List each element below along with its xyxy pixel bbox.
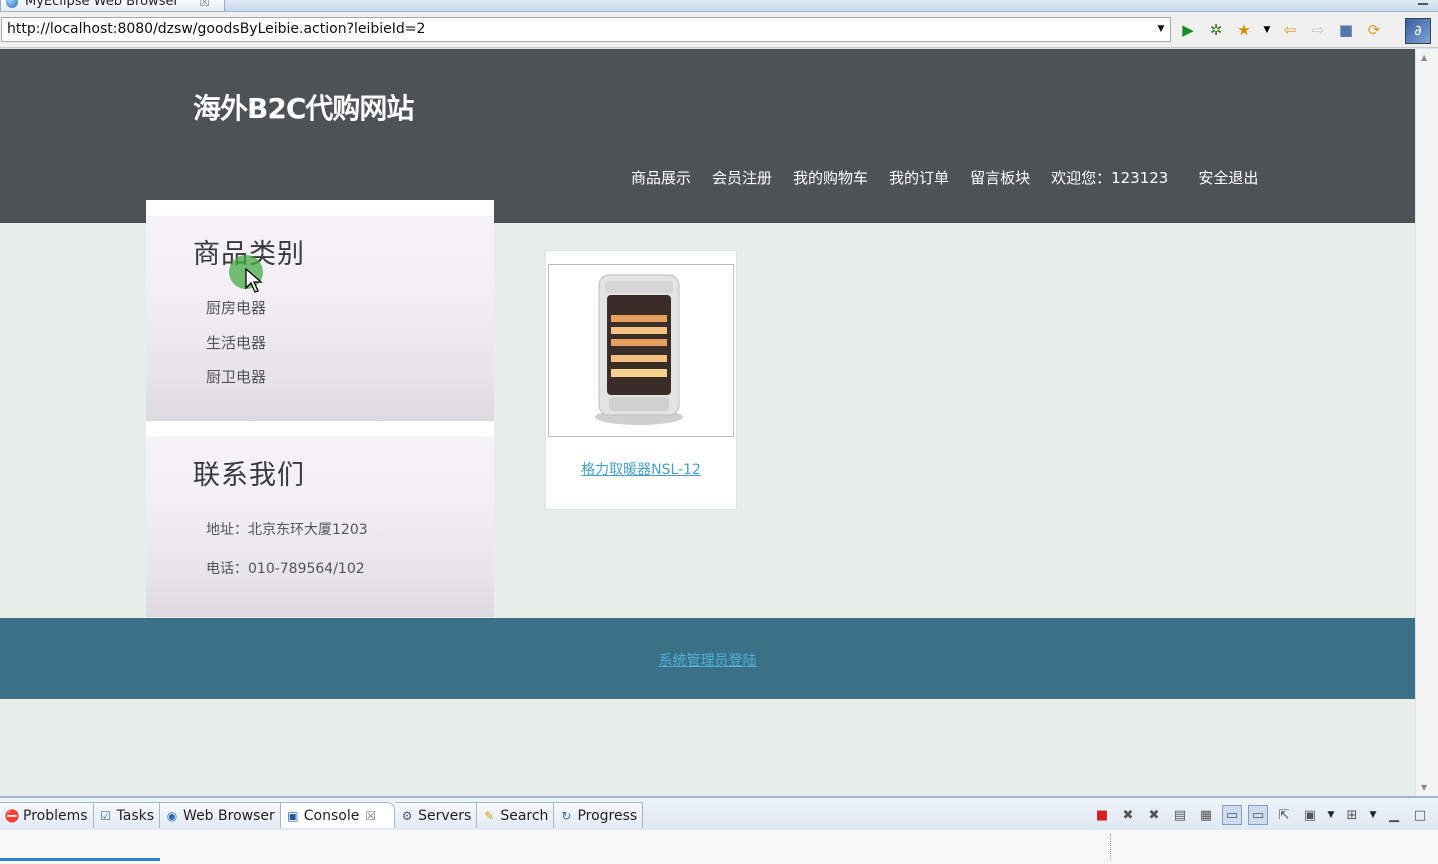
tab-progress[interactable]: ↻ Progress <box>554 802 644 828</box>
progress-bar <box>0 858 160 861</box>
divider <box>1110 834 1111 860</box>
main-nav: 商品展示 会员注册 我的购物车 我的订单 留言板块 欢迎您：123123 安全退… <box>631 167 1279 188</box>
nav-cart[interactable]: 我的购物车 <box>793 167 868 188</box>
category-item-bathroom[interactable]: 厨卫电器 <box>206 366 266 401</box>
site-header: 海外B2C代购网站 商品展示 会员注册 我的购物车 我的订单 留言板块 欢迎您：… <box>0 49 1415 223</box>
perspective-icon[interactable]: ∂ <box>1405 18 1431 44</box>
open-console-icon[interactable]: ⊞ <box>1342 805 1362 825</box>
contact-phone: 电话：010-789564/102 <box>206 561 365 577</box>
scroll-down-icon[interactable]: ▼ <box>1421 783 1427 792</box>
sidebar: 商品类别 厨房电器 生活电器 厨卫电器 联系我们 地址：北京东环大厦1203 电… <box>146 200 494 617</box>
nav-messages[interactable]: 留言板块 <box>970 167 1030 188</box>
chevron-down-icon[interactable]: ▼ <box>1326 805 1336 825</box>
url-text: http://localhost:8080/dzsw/goodsByLeibie… <box>7 21 426 37</box>
go-icon[interactable]: ▶ <box>1178 20 1198 40</box>
favorites-icon[interactable]: ★ <box>1234 20 1254 40</box>
heater-image <box>595 274 683 425</box>
console-area <box>0 830 1438 864</box>
display-console-icon[interactable]: ▣ <box>1300 805 1320 825</box>
web-page-viewport: 海外B2C代购网站 商品展示 会员注册 我的购物车 我的订单 留言板块 欢迎您：… <box>0 49 1415 796</box>
browser-toolbar-buttons: ▶ ✲ ★ ▼ ⇦ ⇨ ■ ⟳ <box>1178 18 1384 42</box>
mouse-cursor-icon <box>245 268 263 293</box>
site-footer: 系统管理员登陆 <box>0 618 1415 699</box>
globe-icon <box>6 0 18 8</box>
tab-problems[interactable]: ⛔ Problems <box>0 802 94 828</box>
nav-products[interactable]: 商品展示 <box>631 167 691 188</box>
minimize-icon[interactable] <box>1418 3 1428 5</box>
tasks-icon: ☑ <box>100 808 111 823</box>
browser-toolbar: http://localhost:8080/dzsw/goodsByLeibie… <box>0 12 1438 48</box>
minimize-icon[interactable]: ▁ <box>1384 805 1404 825</box>
problems-icon: ⛔ <box>4 808 20 823</box>
product-card: 格力取暖器NSL-12 <box>545 250 737 510</box>
stop-icon[interactable]: ■ <box>1336 20 1356 40</box>
console-icon: ▣ <box>287 808 299 823</box>
pin-console-icon[interactable]: ⇱ <box>1274 805 1294 825</box>
contact-box: 联系我们 地址：北京东环大厦1203 电话：010-789564/102 <box>146 421 494 617</box>
product-image[interactable] <box>548 264 734 437</box>
tab-console[interactable]: ▣ Console ☒ <box>280 802 396 828</box>
editor-tab-label: MyEclipse Web Browser <box>25 0 179 9</box>
bottom-panel-tabbar: ⛔ Problems ☑ Tasks ◉ Web Browser ▣ Console ☒ … <box>0 796 1438 830</box>
globe-icon: ◉ <box>166 808 178 823</box>
tab-servers[interactable]: ⚙ Servers <box>395 802 478 828</box>
terminate-icon[interactable]: ■ <box>1092 805 1112 825</box>
contact-address: 地址：北京东环大厦1203 <box>206 522 368 538</box>
tab-web-browser[interactable]: ◉ Web Browser <box>160 802 281 828</box>
contact-heading: 联系我们 <box>193 460 305 491</box>
debug-icon[interactable]: ✲ <box>1206 20 1226 40</box>
scroll-up-icon[interactable]: ▲ <box>1421 53 1427 62</box>
progress-icon: ↻ <box>561 808 572 823</box>
welcome-text: 欢迎您：123123 <box>1051 169 1169 187</box>
url-input[interactable]: http://localhost:8080/dzsw/goodsByLeibie… <box>1 17 1171 42</box>
vertical-scrollbar[interactable]: ▲ ▼ <box>1415 49 1438 796</box>
scroll-lock-icon[interactable]: ▦ <box>1196 805 1216 825</box>
chevron-down-icon[interactable]: ▼ <box>1262 20 1272 40</box>
nav-register[interactable]: 会员注册 <box>712 167 772 188</box>
close-icon[interactable]: ☒ <box>365 809 376 823</box>
maximize-icon[interactable]: □ <box>1410 805 1430 825</box>
refresh-icon[interactable]: ⟳ <box>1364 20 1384 40</box>
chevron-down-icon[interactable]: ▼ <box>1368 805 1378 825</box>
forward-icon[interactable]: ⇨ <box>1308 20 1328 40</box>
tab-search[interactable]: ✎ Search <box>477 802 555 828</box>
search-icon: ✎ <box>484 808 495 823</box>
editor-tab-web-browser[interactable]: MyEclipse Web Browser ☒ <box>0 0 225 11</box>
remove-all-icon[interactable]: ✖ <box>1144 805 1164 825</box>
clear-console-icon[interactable]: ▤ <box>1170 805 1190 825</box>
chevron-down-icon[interactable]: ▼ <box>1154 20 1168 38</box>
admin-login-link[interactable]: 系统管理员登陆 <box>0 650 1415 670</box>
back-icon[interactable]: ⇦ <box>1280 20 1300 40</box>
nav-logout[interactable]: 安全退出 <box>1198 167 1258 188</box>
nav-orders[interactable]: 我的订单 <box>889 167 949 188</box>
close-icon[interactable]: ☒ <box>199 0 210 11</box>
remove-launch-icon[interactable]: ✖ <box>1118 805 1138 825</box>
show-stdout-icon[interactable]: ▭ <box>1222 805 1242 825</box>
console-toolbar: ■ ✖ ✖ ▤ ▦ ▭ ▭ ⇱ ▣ ▼ ⊞ ▼ ▁ □ <box>1092 804 1430 826</box>
category-box: 商品类别 厨房电器 生活电器 厨卫电器 <box>146 200 494 421</box>
servers-icon: ⚙ <box>401 808 413 823</box>
show-stderr-icon[interactable]: ▭ <box>1248 805 1268 825</box>
product-name-link[interactable]: 格力取暖器NSL-12 <box>546 459 736 479</box>
site-title: 海外B2C代购网站 <box>193 92 414 125</box>
panel-tabs: ⛔ Problems ☑ Tasks ◉ Web Browser ▣ Console ☒ … <box>0 802 644 828</box>
editor-tab-strip: MyEclipse Web Browser ☒ <box>0 0 1438 12</box>
tab-tasks[interactable]: ☑ Tasks <box>93 802 161 828</box>
category-list: 厨房电器 生活电器 厨卫电器 <box>206 297 266 401</box>
category-item-living[interactable]: 生活电器 <box>206 332 266 367</box>
category-item-kitchen[interactable]: 厨房电器 <box>206 297 266 332</box>
